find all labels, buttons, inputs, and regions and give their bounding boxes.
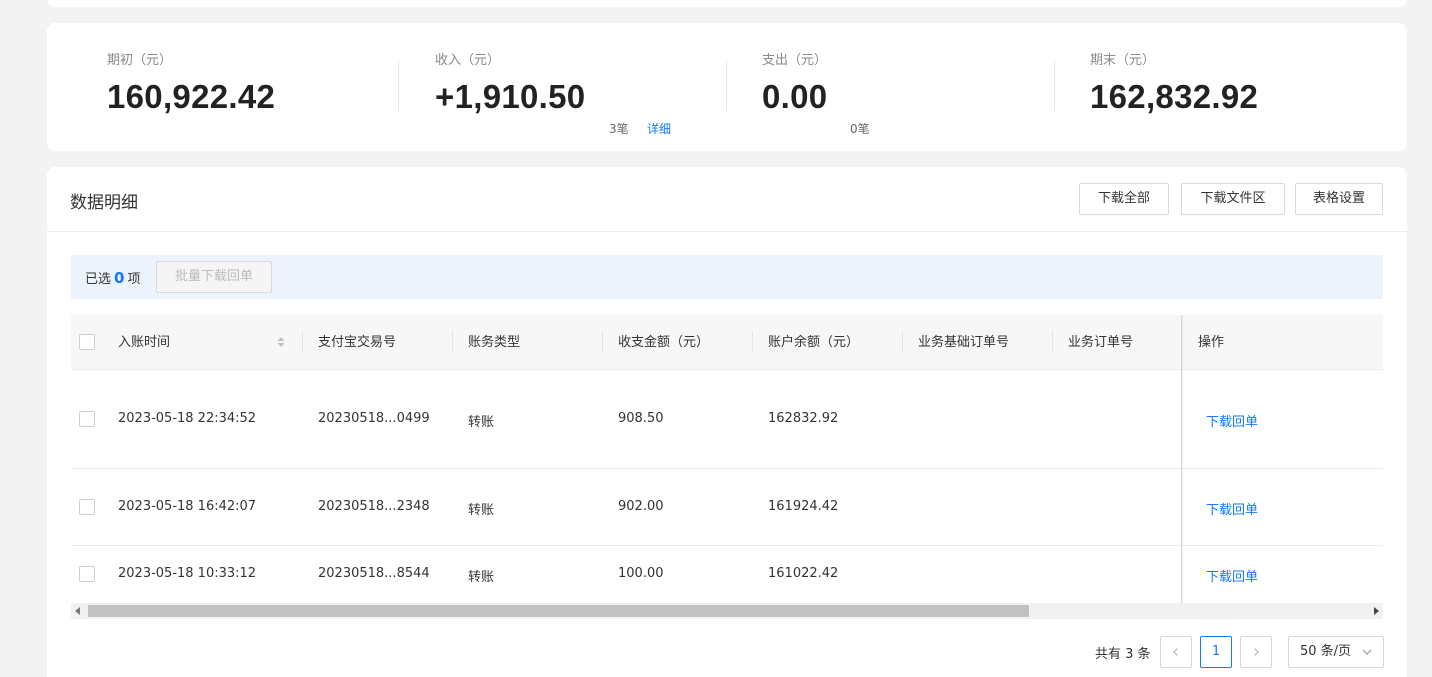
- sort-icon[interactable]: [276, 335, 286, 349]
- column-separator: [302, 331, 303, 353]
- cell-trade-no: 20230518...2348: [318, 499, 430, 514]
- column-separator: [752, 331, 753, 353]
- scrollbar-thumb[interactable]: [88, 605, 1029, 617]
- table-header: 入账时间 支付宝交易号 账务类型 收支金额（元） 账户余额（元） 业务基础订单号…: [71, 315, 1383, 370]
- fixed-column-shadow: [1181, 315, 1184, 603]
- table-row: 2023-05-18 10:33:12 20230518...8544 转账 1…: [71, 546, 1383, 603]
- column-header: 账务类型: [468, 335, 521, 350]
- column-header: 业务订单号: [1068, 335, 1134, 350]
- cell-type: 转账: [468, 503, 495, 518]
- column-header: 操作: [1198, 335, 1225, 350]
- selection-bar: 已选 0 项 批量下载回单: [71, 255, 1383, 299]
- download-all-button[interactable]: 下载全部: [1079, 183, 1169, 215]
- panel-title: 数据明细: [70, 193, 138, 213]
- row-checkbox[interactable]: [79, 566, 95, 582]
- column-separator: [602, 331, 603, 353]
- divider: [398, 61, 399, 111]
- table-row: 2023-05-18 16:42:07 20230518...2348 转账 9…: [71, 469, 1383, 546]
- download-receipt-link[interactable]: 下载回单: [1206, 499, 1258, 518]
- column-header[interactable]: 入账时间: [118, 315, 170, 370]
- stat-income-amount: +1,910.50: [435, 78, 586, 115]
- column-header: 收支金额（元）: [618, 335, 710, 350]
- summary-card: 期初（元） 160,922.42 收入（元） +1,910.50 3笔 详细 支…: [47, 23, 1407, 151]
- panel-header: 数据明细 下载全部 下载文件区 表格设置: [47, 167, 1407, 232]
- cell-trade-no: 20230518...8544: [318, 566, 430, 581]
- page-size-value: 50 条/页: [1300, 644, 1352, 659]
- stat-income: 收入（元） +1,910.50 3笔 详细: [435, 49, 671, 136]
- cell-amount: 902.00: [618, 499, 664, 514]
- page-button-current[interactable]: 1: [1200, 636, 1232, 668]
- cell-time: 2023-05-18 22:34:52: [118, 411, 257, 426]
- download-files-button[interactable]: 下载文件区: [1181, 183, 1285, 215]
- top-card-edge: [47, 0, 1407, 7]
- divider: [726, 61, 727, 111]
- download-receipt-link[interactable]: 下载回单: [1206, 566, 1258, 585]
- cell-time: 2023-05-18 10:33:12: [118, 566, 257, 581]
- cell-time: 2023-05-18 16:42:07: [118, 499, 257, 514]
- stat-opening-label: 期初（元）: [107, 53, 173, 68]
- transactions-table: 入账时间 支付宝交易号 账务类型 收支金额（元） 账户余额（元） 业务基础订单号…: [71, 315, 1383, 603]
- column-separator: [1052, 331, 1053, 353]
- stat-income-label: 收入（元）: [435, 53, 501, 68]
- stat-opening: 期初（元） 160,922.42: [107, 49, 275, 115]
- row-checkbox[interactable]: [79, 499, 95, 515]
- cell-amount: 100.00: [618, 566, 664, 581]
- cell-balance: 161924.42: [768, 499, 839, 514]
- download-receipt-link[interactable]: 下载回单: [1206, 411, 1258, 430]
- column-separator: [452, 331, 453, 353]
- column-header: 支付宝交易号: [318, 335, 397, 350]
- stat-expense: 支出（元） 0.00 0笔: [762, 49, 870, 136]
- column-header: 业务基础订单号: [918, 335, 1010, 350]
- prev-page-button[interactable]: [1160, 636, 1192, 668]
- selection-summary: 已选 0 项: [85, 268, 140, 287]
- scroll-right-arrow-icon[interactable]: [1374, 607, 1379, 615]
- data-detail-panel: 数据明细 下载全部 下载文件区 表格设置 已选 0 项 批量下载回单 入账时间 支付…: [47, 167, 1407, 677]
- cell-balance: 161022.42: [768, 566, 839, 581]
- column-separator: [902, 331, 903, 353]
- selection-prefix: 已选: [85, 272, 112, 287]
- chevron-down-icon: [1362, 649, 1372, 655]
- table-settings-button[interactable]: 表格设置: [1295, 183, 1383, 215]
- stat-closing-amount: 162,832.92: [1090, 78, 1259, 115]
- stat-income-count: 3笔: [609, 122, 629, 136]
- stat-expense-amount: 0.00: [762, 78, 828, 115]
- cell-balance: 162832.92: [768, 411, 839, 426]
- next-page-button[interactable]: [1240, 636, 1272, 668]
- cell-amount: 908.50: [618, 411, 664, 426]
- selection-count: 0: [114, 269, 125, 287]
- scroll-left-arrow-icon[interactable]: [75, 607, 80, 615]
- horizontal-scrollbar[interactable]: [71, 603, 1383, 619]
- row-checkbox[interactable]: [79, 411, 95, 427]
- chevron-left-icon: [1173, 648, 1178, 656]
- income-detail-link[interactable]: 详细: [647, 120, 671, 137]
- stat-expense-count: 0笔: [850, 122, 870, 136]
- stat-expense-label: 支出（元）: [762, 53, 828, 68]
- column-header: 账户余额（元）: [768, 335, 860, 350]
- cell-type: 转账: [468, 570, 495, 585]
- divider: [1054, 61, 1055, 111]
- stat-closing-label: 期末（元）: [1090, 53, 1156, 68]
- stat-opening-amount: 160,922.42: [107, 78, 276, 115]
- table-row: 2023-05-18 22:34:52 20230518...0499 转账 9…: [71, 370, 1383, 469]
- page-size-select[interactable]: 50 条/页: [1288, 636, 1384, 668]
- selection-suffix: 项: [127, 272, 141, 287]
- pagination-total: 共有 3 条: [1095, 647, 1151, 662]
- batch-download-button[interactable]: 批量下载回单: [156, 261, 272, 293]
- stat-closing: 期末（元） 162,832.92: [1090, 49, 1258, 115]
- cell-type: 转账: [468, 415, 495, 430]
- cell-trade-no: 20230518...0499: [318, 411, 430, 426]
- select-all-checkbox[interactable]: [79, 334, 95, 350]
- chevron-right-icon: [1254, 648, 1259, 656]
